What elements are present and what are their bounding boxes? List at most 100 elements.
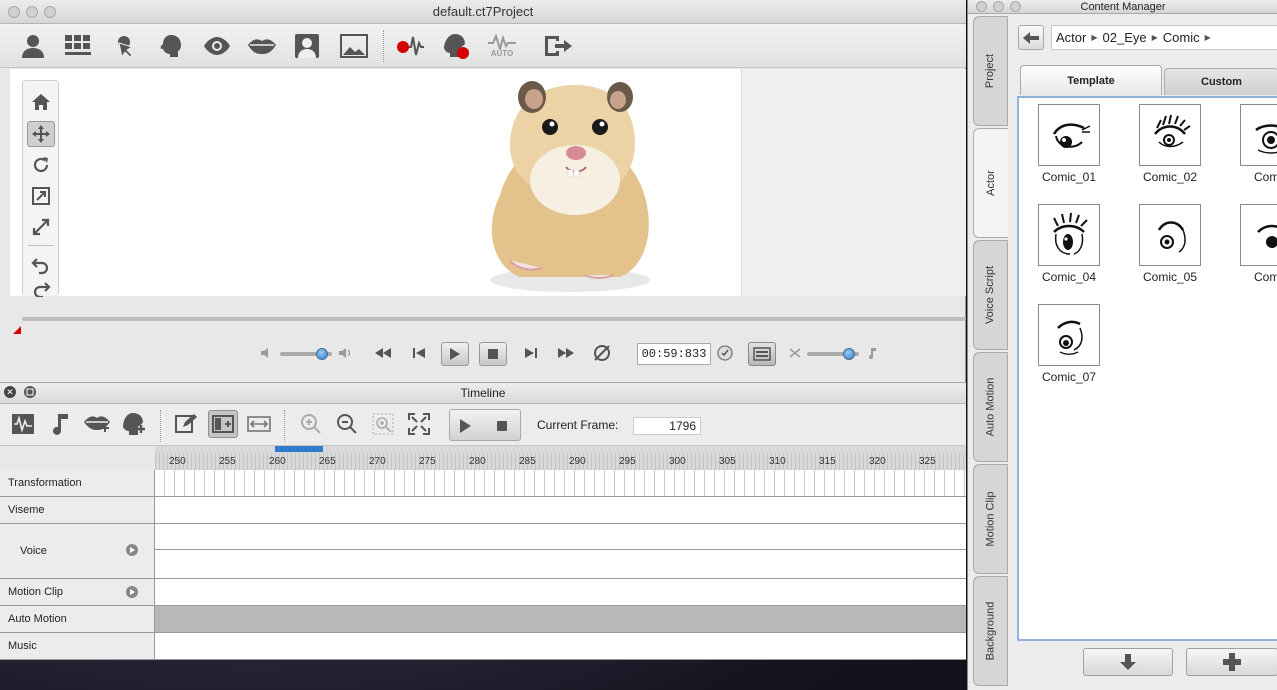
frame-ruler[interactable]: 250 255 260 265 270 275 280 285 290 295 300 305 310 3… [155,446,966,470]
zoom-selection-icon[interactable] [368,410,398,438]
track-music[interactable]: Music [0,633,966,660]
actor-icon[interactable] [18,32,48,60]
lips-track-icon[interactable] [82,410,112,438]
volume-slider[interactable] [280,348,332,360]
side-tab-voice-script[interactable]: Voice Script [973,240,1008,350]
content-item[interactable]: Comic [1240,204,1277,284]
speed-slider-knob[interactable] [843,348,855,360]
content-item[interactable]: Comic_02 [1139,104,1201,184]
side-tab-motion-clip[interactable]: Motion Clip [973,464,1008,574]
content-item[interactable]: Comic_01 [1038,104,1100,184]
hamster-image[interactable] [470,75,670,297]
rotate-icon[interactable] [27,152,55,178]
content-item[interactable]: Comic [1240,104,1277,184]
side-tab-background[interactable]: Background [973,576,1008,686]
timeline-play-icon[interactable] [458,418,472,434]
track-auto-motion[interactable]: Auto Motion [0,606,966,633]
eye-icon[interactable] [202,32,232,60]
side-tab-actor[interactable]: Actor [973,128,1008,238]
next-frame-icon[interactable] [518,342,544,364]
zoom-window-button[interactable] [1010,1,1021,12]
previous-frame-icon[interactable] [406,342,432,364]
output-mode-button[interactable] [748,342,776,366]
eye-thumbnail[interactable] [1038,104,1100,166]
zoom-in-icon[interactable] [296,410,326,438]
timeline-detach-icon[interactable] [24,386,36,398]
head-track-icon[interactable] [119,410,149,438]
undo-icon[interactable] [27,252,55,278]
motion-clip-track[interactable] [155,579,966,605]
track-transformation[interactable]: Transformation [0,470,966,497]
fast-forward-icon[interactable] [553,342,579,364]
eye-thumbnail[interactable] [1139,204,1201,266]
expand-voice-icon[interactable] [126,544,138,556]
content-item[interactable]: Comic_04 [1038,204,1100,284]
fit-all-icon[interactable] [404,410,434,438]
music-track[interactable] [155,633,966,659]
puppet-grid-icon[interactable] [63,32,93,60]
redo-icon[interactable] [27,281,55,297]
content-item[interactable]: Comic_07 [1038,304,1100,384]
track-motion-clip[interactable]: Motion Clip [0,579,966,606]
track-viseme[interactable]: Viseme [0,497,966,524]
image-icon[interactable] [339,32,369,60]
tab-template[interactable]: Template [1020,65,1162,95]
rewind-icon[interactable] [370,342,396,364]
portrait-icon[interactable] [292,32,322,60]
eye-thumbnail[interactable] [1240,104,1277,166]
side-tab-auto-motion[interactable]: Auto Motion [973,352,1008,462]
face-record-icon[interactable] [441,32,471,60]
back-button[interactable] [1018,25,1044,50]
playback-scrubber[interactable] [22,317,966,321]
timecode-display[interactable]: 00:59:833 [637,343,711,365]
minimize-window-button[interactable] [993,1,1004,12]
stop-button[interactable] [479,342,507,366]
music-note-icon[interactable] [864,342,880,364]
eye-thumbnail[interactable] [1240,204,1277,266]
speed-slider[interactable] [807,348,859,360]
volume-slider-knob[interactable] [316,348,328,360]
loop-icon[interactable] [589,342,615,364]
breadcrumb-item[interactable]: Comic [1163,30,1200,45]
lips-icon[interactable] [247,32,277,60]
current-frame-input[interactable]: 1796 [633,417,701,435]
content-item[interactable]: Comic_05 [1139,204,1201,284]
voice-track[interactable] [155,524,966,578]
zoom-window-button[interactable] [44,6,56,18]
volume-mute-icon[interactable] [258,342,274,364]
eye-thumbnail[interactable] [1038,204,1100,266]
add-button[interactable] [1186,648,1277,676]
head-icon[interactable] [156,32,186,60]
viseme-track[interactable] [155,497,966,523]
home-icon[interactable] [27,89,55,115]
timeline-stop-icon[interactable] [496,420,508,432]
side-tab-project[interactable]: Project [973,16,1008,126]
close-window-button[interactable] [976,1,987,12]
zoom-out-icon[interactable] [332,410,362,438]
speed-slow-icon[interactable] [787,342,803,364]
transformation-keyframe-track[interactable] [155,470,966,496]
tab-custom[interactable]: Custom [1164,68,1277,95]
timeline-range-indicator[interactable] [275,446,323,452]
waveform-track-icon[interactable] [8,410,38,438]
music-track-icon[interactable] [45,410,75,438]
track-voice[interactable]: Voice [0,524,966,579]
auto-lipsync-icon[interactable]: AUTO [487,32,517,60]
move-icon[interactable] [27,121,55,147]
fit-range-icon[interactable] [244,410,274,438]
eye-thumbnail[interactable] [1038,304,1100,366]
minimize-window-button[interactable] [26,6,38,18]
close-window-button[interactable] [8,6,20,18]
timeline-close-icon[interactable]: ✕ [4,386,16,398]
scale-icon[interactable] [27,183,55,209]
export-icon[interactable] [543,32,573,60]
auto-motion-track[interactable] [155,606,966,632]
select-icon[interactable] [109,32,139,60]
edit-key-icon[interactable] [171,410,201,438]
eye-thumbnail[interactable] [1139,104,1201,166]
expand-motion-clip-icon[interactable] [126,586,138,598]
breadcrumb-item[interactable]: 02_Eye [1103,30,1147,45]
breadcrumb-item[interactable]: Actor [1056,30,1086,45]
volume-max-icon[interactable] [336,342,354,364]
record-icon[interactable] [395,32,425,60]
